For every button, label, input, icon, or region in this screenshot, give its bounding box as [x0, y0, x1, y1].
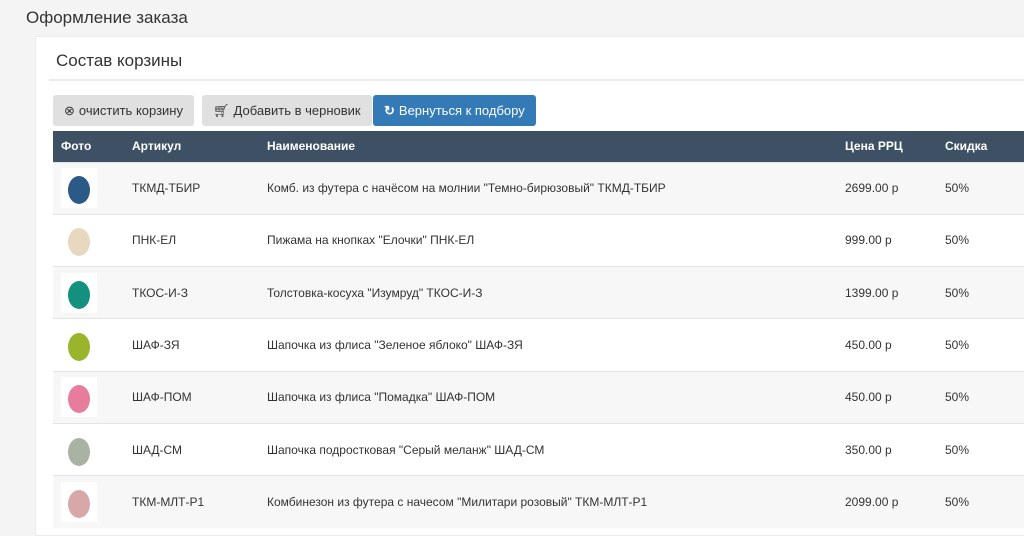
name-cell: Пижама на кнопках "Елочки" ПНК-ЕЛ — [259, 213, 837, 267]
sku-cell: ШАФ-ЗЯ — [124, 318, 259, 372]
discount-cell: 50% — [937, 266, 1024, 319]
price-cell: 450.00 р — [837, 370, 937, 424]
product-image — [61, 377, 97, 418]
price-cell: 1399.00 р — [837, 266, 937, 319]
table-row: ШАФ-ЗЯ Шапочка из флиса "Зеленое яблоко"… — [53, 318, 1024, 372]
name-cell: Толстовка-косуха "Изумруд" ТКОС-И-З — [259, 266, 837, 319]
col-photo: Фото — [53, 131, 124, 162]
cart-title: Состав корзины — [56, 51, 183, 70]
back-label: Вернуться к подбору — [398, 103, 525, 118]
discount-cell: 50% — [937, 318, 1024, 372]
table-row: ТКМ-МЛТ-Р1 Комбинезон из футера с начесо… — [53, 475, 1024, 529]
product-photo — [53, 422, 124, 476]
table-row: ТКОС-И-З Толстовка-косуха "Изумруд" ТКОС… — [53, 266, 1024, 319]
sku-cell: ТКМД-ТБИР — [124, 161, 259, 215]
sku-cell: ТКОС-И-З — [124, 266, 259, 319]
cart-panel: Состав корзины ⊗ очистить корзину 🛒︎ Добав… — [35, 36, 1024, 536]
discount-cell: 50% — [937, 475, 1024, 529]
col-discount: Скидка — [937, 131, 1024, 162]
sku-cell: ШАД-СМ — [124, 422, 259, 476]
price-cell: 2099.00 р — [837, 475, 937, 529]
product-photo — [53, 370, 124, 424]
product-photo — [53, 161, 124, 215]
refresh-icon: ↻ — [384, 102, 395, 118]
col-price: Цена РРЦ — [837, 131, 937, 162]
sku-cell: ТКМ-МЛТ-Р1 — [124, 475, 259, 529]
name-cell: Шапочка из флиса "Помадка" ШАФ-ПОМ — [259, 370, 837, 424]
sku-cell: ПНК-ЕЛ — [124, 213, 259, 267]
price-cell: 450.00 р — [837, 318, 937, 372]
price-cell: 350.00 р — [837, 422, 937, 476]
product-image — [61, 325, 97, 366]
add-to-draft-label: Добавить в черновик — [233, 103, 361, 118]
table-row: ПНК-ЕЛ Пижама на кнопках "Елочки" ПНК-ЕЛ… — [53, 213, 1024, 267]
table-row: ШАФ-ПОМ Шапочка из флиса "Помадка" ШАФ-П… — [53, 370, 1024, 424]
name-cell: Комбинезон из футера с начесом "Милитари… — [259, 475, 837, 529]
clear-cart-button[interactable]: ⊗ очистить корзину — [53, 95, 194, 126]
cart-table: Фото Артикул Наименование Цена РРЦ Скидк… — [53, 131, 1024, 529]
name-cell: Комб. из футера с начёсом на молнии "Тем… — [259, 161, 837, 215]
product-image — [61, 482, 97, 523]
table-row: ТКМД-ТБИР Комб. из футера с начёсом на м… — [53, 161, 1024, 215]
discount-cell: 50% — [937, 422, 1024, 476]
product-image — [61, 168, 97, 209]
name-cell: Шапочка подростковая "Серый меланж" ШАД-… — [259, 422, 837, 476]
col-sku: Артикул — [124, 131, 259, 162]
divider — [49, 79, 1024, 81]
product-photo — [53, 475, 124, 529]
product-photo — [53, 213, 124, 267]
product-image — [61, 429, 97, 470]
table-row: ШАД-СМ Шапочка подростковая "Серый мелан… — [53, 422, 1024, 476]
product-photo — [53, 266, 124, 319]
col-name: Наименование — [259, 131, 837, 162]
product-photo — [53, 318, 124, 372]
discount-cell: 50% — [937, 370, 1024, 424]
product-image — [61, 272, 97, 313]
times-circle-icon: ⊗ — [64, 102, 75, 118]
clear-cart-label: очистить корзину — [78, 103, 183, 118]
add-to-draft-button[interactable]: 🛒︎ Добавить в черновик — [202, 95, 372, 126]
discount-cell: 50% — [937, 213, 1024, 267]
price-cell: 999.00 р — [837, 213, 937, 267]
name-cell: Шапочка из флиса "Зеленое яблоко" ШАФ-ЗЯ — [259, 318, 837, 372]
back-to-selection-button[interactable]: ↻ Вернуться к подбору — [373, 95, 536, 126]
price-cell: 2699.00 р — [837, 161, 937, 215]
sku-cell: ШАФ-ПОМ — [124, 370, 259, 424]
page-title: Оформление заказа — [26, 8, 188, 27]
discount-cell: 50% — [937, 161, 1024, 215]
product-image — [61, 220, 97, 261]
cart-icon: 🛒︎ — [213, 102, 230, 118]
